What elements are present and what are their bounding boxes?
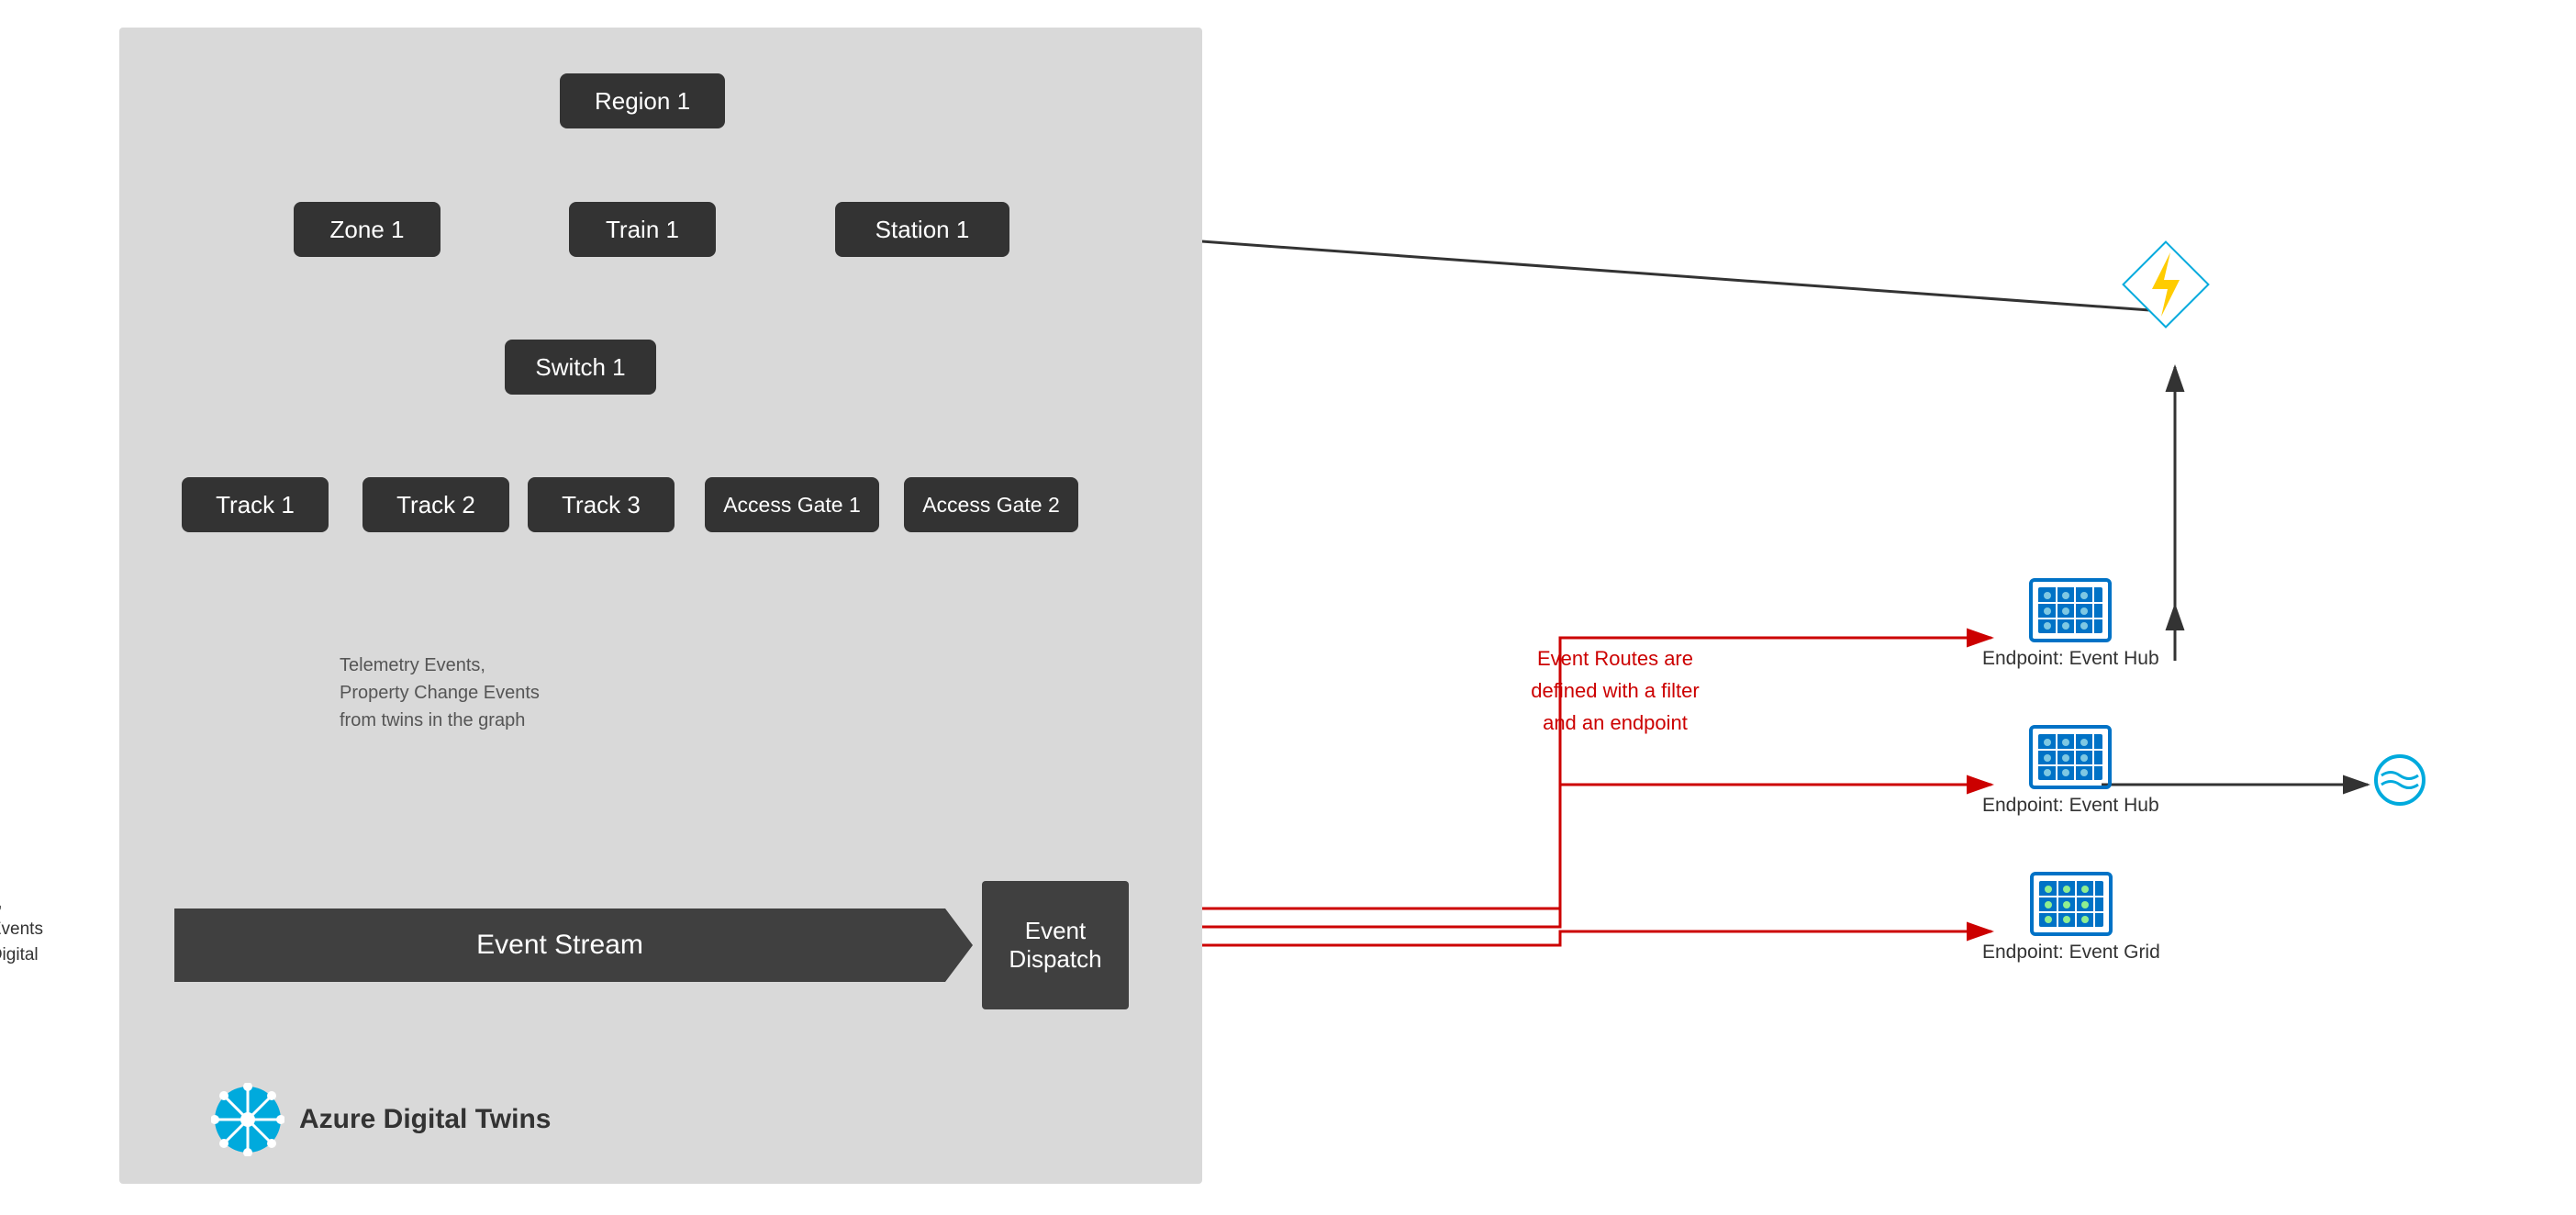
node-track2: Track 2: [362, 477, 509, 532]
telemetry-label: Telemetry Events, Property Change Events…: [340, 652, 540, 734]
endpoint-event-hub-1: Endpoint: Event Hub: [1982, 578, 2159, 670]
event-grid-topic-icon: [2120, 239, 2212, 330]
diagram-container: Region 1 Zone 1 Train 1 Station 1 Switch…: [119, 28, 1202, 1184]
node-accessgate2: Access Gate 2: [904, 477, 1078, 532]
event-dispatch: Event Dispatch: [982, 881, 1129, 1009]
node-train1: Train 1: [569, 202, 716, 257]
lifecycle-label: Lifecycle Events, Model Change Events fr…: [0, 890, 101, 995]
node-track3: Track 3: [528, 477, 675, 532]
node-track1: Track 1: [182, 477, 329, 532]
node-region1: Region 1: [560, 73, 725, 128]
event-routes-label: Event Routes are defined with a filter a…: [1487, 642, 1744, 740]
endpoint-label-2: Endpoint: Event Hub: [1982, 795, 2159, 817]
endpoint-event-grid: Endpoint: Event Grid: [1982, 872, 2160, 964]
endpoint-event-hub-2: Endpoint: Event Hub: [1982, 725, 2159, 817]
node-accessgate1: Access Gate 1: [705, 477, 879, 532]
node-switch1: Switch 1: [505, 340, 656, 395]
endpoint-label-1: Endpoint: Event Hub: [1982, 648, 2159, 670]
adt-logo: [211, 1083, 284, 1156]
adt-label: Azure Digital Twins: [299, 1104, 551, 1135]
node-zone1: Zone 1: [294, 202, 440, 257]
endpoint-label-3: Endpoint: Event Grid: [1982, 942, 2160, 964]
service-bus-icon: [2368, 752, 2432, 808]
node-station1: Station 1: [835, 202, 1009, 257]
adt-area: Azure Digital Twins: [211, 1092, 551, 1147]
event-stream-bar: Event Stream: [174, 908, 945, 982]
